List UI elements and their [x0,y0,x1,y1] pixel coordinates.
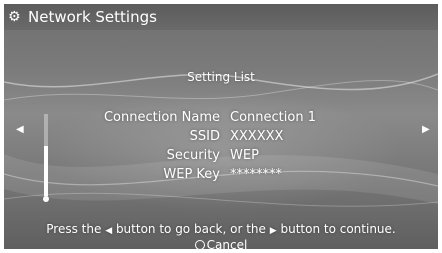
setting-value: ******** [230,167,282,182]
setting-row-wep-key: WEP Key ******** [4,167,438,185]
setting-label: WEP Key [163,167,220,182]
cancel-button[interactable]: Cancel [4,238,438,249]
setting-label: Connection Name [103,110,220,125]
setting-value: XXXXXX [230,129,284,144]
setting-list-title: Setting List [187,70,255,84]
setting-value: WEP [230,148,259,163]
circle-button-icon [194,240,205,249]
setting-label: SSID [189,129,220,144]
scrollbar-end-dot [43,196,49,202]
title-bar: ⚙ Network Settings [4,4,438,30]
setting-value: Connection 1 [230,110,316,125]
page-title: Network Settings [28,8,157,26]
navigation-hint: Press the ◀ button to go back, or the ▶ … [4,222,438,236]
left-button-icon: ◀ [105,226,113,236]
network-globe-icon: ⚙ [8,9,21,25]
hint-text: Press the [46,222,102,236]
setting-label: Security [166,148,220,163]
right-button-icon: ▶ [269,226,277,236]
setting-row-connection-name: Connection Name Connection 1 [4,110,438,128]
setting-row-security: Security WEP [4,148,438,166]
hint-text: button to go back, or the [115,222,266,236]
psp-screen: ⚙ Network Settings Setting List ◀ ▶ Conn… [4,4,438,249]
hint-text: button to continue. [280,222,396,236]
cancel-label: Cancel [206,238,248,249]
setting-row-ssid: SSID XXXXXX [4,129,438,147]
